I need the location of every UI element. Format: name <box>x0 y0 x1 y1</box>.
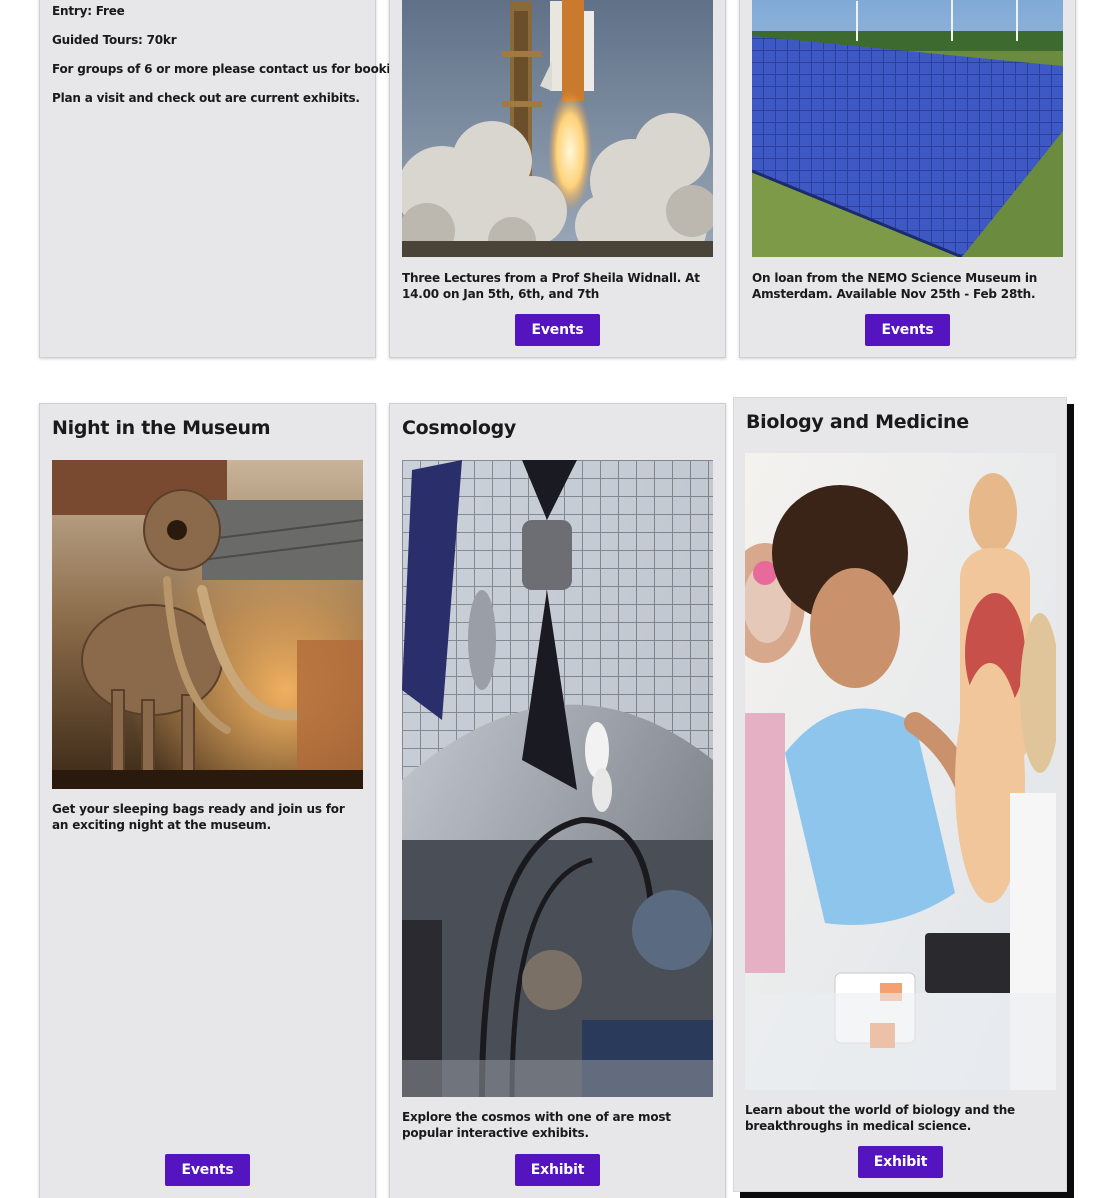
entry-price: Entry: Free <box>52 4 125 18</box>
cosmology-description: Explore the cosmos with one of are most … <box>402 1110 671 1140</box>
cosmology-exhibit-button[interactable]: Exhibit <box>515 1154 600 1186</box>
biology-medicine-exhibit-button[interactable]: Exhibit <box>858 1146 943 1178</box>
anatomy-model-image <box>745 453 1056 1090</box>
group-booking-note: For groups of 6 or more please contact u… <box>52 62 412 76</box>
biology-medicine-card[interactable]: Biology and Medicine Learn about the wor… <box>733 397 1067 1192</box>
biology-medicine-title: Biology and Medicine <box>746 411 969 433</box>
guided-tours-price: Guided Tours: 70kr <box>52 33 177 47</box>
night-museum-card: Night in the Museum Get your sleeping ba… <box>39 403 376 1198</box>
cosmology-title: Cosmology <box>402 417 517 439</box>
night-museum-title: Night in the Museum <box>52 417 271 439</box>
night-museum-events-button[interactable]: Events <box>165 1154 250 1186</box>
solar-panels-image <box>752 0 1063 257</box>
biology-medicine-description: Learn about the world of biology and the… <box>745 1103 1015 1133</box>
plan-visit-note: Plan a visit and check out are current e… <box>52 91 360 105</box>
cosmology-card: Cosmology Explore the cosmos with one of… <box>389 403 726 1198</box>
night-museum-description: Get your sleeping bags ready and join us… <box>52 802 345 832</box>
rocket-launch-image <box>402 0 713 257</box>
solar-exhibit-card: On loan from the NEMO Science Museum in … <box>739 0 1076 358</box>
space-hall-image <box>402 460 713 1097</box>
mammoth-skeleton-image <box>52 460 363 789</box>
lecture-card: Three Lectures from a Prof Sheila Widnal… <box>389 0 726 358</box>
lecture-description: Three Lectures from a Prof Sheila Widnal… <box>402 271 700 301</box>
lecture-events-button[interactable]: Events <box>515 314 600 346</box>
solar-events-button[interactable]: Events <box>865 314 950 346</box>
info-card: Entry: Free Guided Tours: 70kr For group… <box>39 0 412 358</box>
exhibits-page: Entry: Free Guided Tours: 70kr For group… <box>0 0 1101 1198</box>
solar-description: On loan from the NEMO Science Museum in … <box>752 271 1038 301</box>
